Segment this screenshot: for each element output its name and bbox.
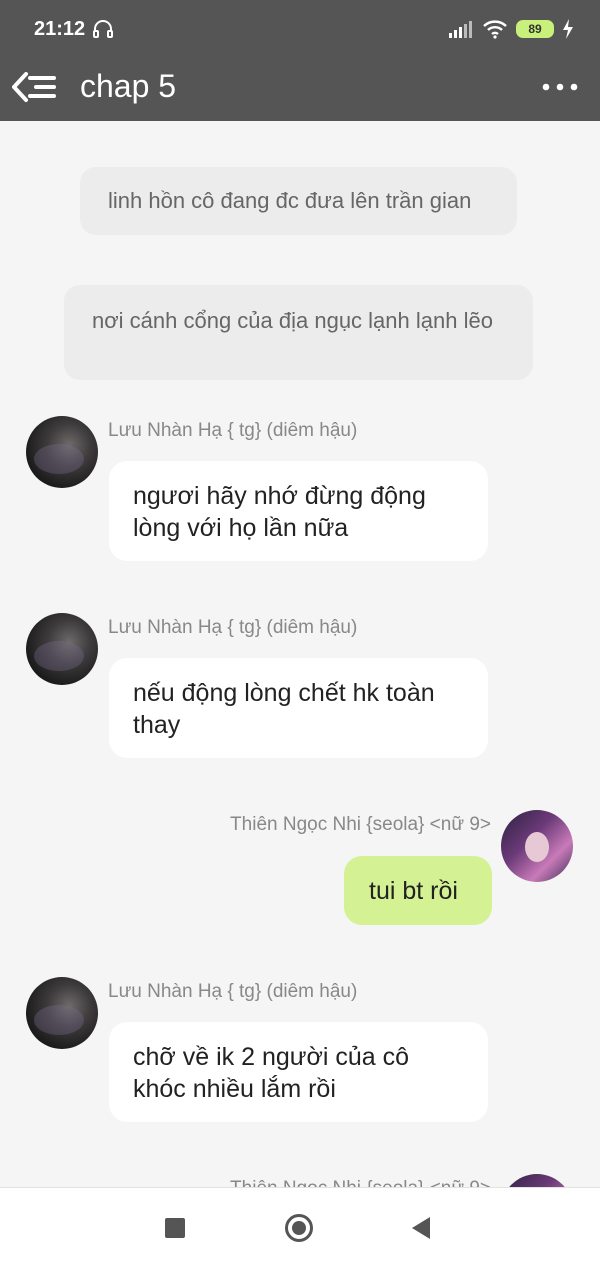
message-text: ngươi hãy nhớ đừng động lòng với họ lần … [133,482,426,542]
message-bubble[interactable]: tui bt rồi [344,856,492,925]
avatar[interactable] [26,977,98,1049]
narration-text: linh hồn cô đang đc đưa lên trần gian [108,188,472,213]
battery-level: 89 [528,22,542,36]
message-text: chỡ về ik 2 người của cô khóc nhiều lắm … [133,1043,410,1103]
headphones-icon [93,20,113,38]
message-bubble[interactable]: chỡ về ik 2 người của cô khóc nhiều lắm … [109,1022,488,1122]
signal-icon [449,21,472,38]
avatar[interactable] [501,1174,573,1187]
narration-message: nơi cánh cổng của địa ngục lạnh lạnh lẽo [64,285,533,380]
avatar[interactable] [26,613,98,685]
back-icon[interactable] [412,1217,430,1239]
sender-name: Lưu Nhàn Hạ { tg} (diêm hậu) [108,981,358,1002]
back-menu-icon[interactable] [8,64,58,110]
narration-text: nơi cánh cổng của địa ngục lạnh lạnh lẽo [92,308,493,333]
status-icons: 89 [448,18,574,40]
charging-icon [563,19,573,39]
sender-name: Lưu Nhàn Hạ { tg} (diêm hậu) [108,617,358,638]
app-bar: chap 5 [0,56,600,121]
sender-name: Thiên Ngọc Nhi {seola} <nữ 9> [230,814,491,835]
message-bubble[interactable]: ngươi hãy nhớ đừng động lòng với họ lần … [109,461,488,561]
narration-message: linh hồn cô đang đc đưa lên trần gian [80,167,517,235]
more-options-icon[interactable] [542,74,578,100]
home-icon[interactable] [285,1214,313,1242]
status-bar: 21:12 89 [0,0,600,56]
sender-name: Lưu Nhàn Hạ { tg} (diêm hậu) [108,420,358,441]
page-title: chap 5 [80,68,177,104]
avatar[interactable] [501,810,573,882]
recent-apps-icon[interactable] [165,1218,185,1238]
sender-name: Thiên Ngọc Nhi {seola} <nữ 9> [230,1178,491,1187]
message-text: nếu động lòng chết hk toàn thay [133,679,435,739]
message-bubble[interactable]: nếu động lòng chết hk toàn thay [109,658,488,758]
status-time: 21:12 [34,18,86,40]
navigation-bar [0,1187,600,1268]
battery-icon: 89 [516,20,554,38]
message-text: tui bt rồi [369,877,458,905]
avatar[interactable] [26,416,98,488]
wifi-icon [483,20,507,39]
chat-list[interactable]: linh hồn cô đang đc đưa lên trần gian nơ… [0,121,600,1187]
